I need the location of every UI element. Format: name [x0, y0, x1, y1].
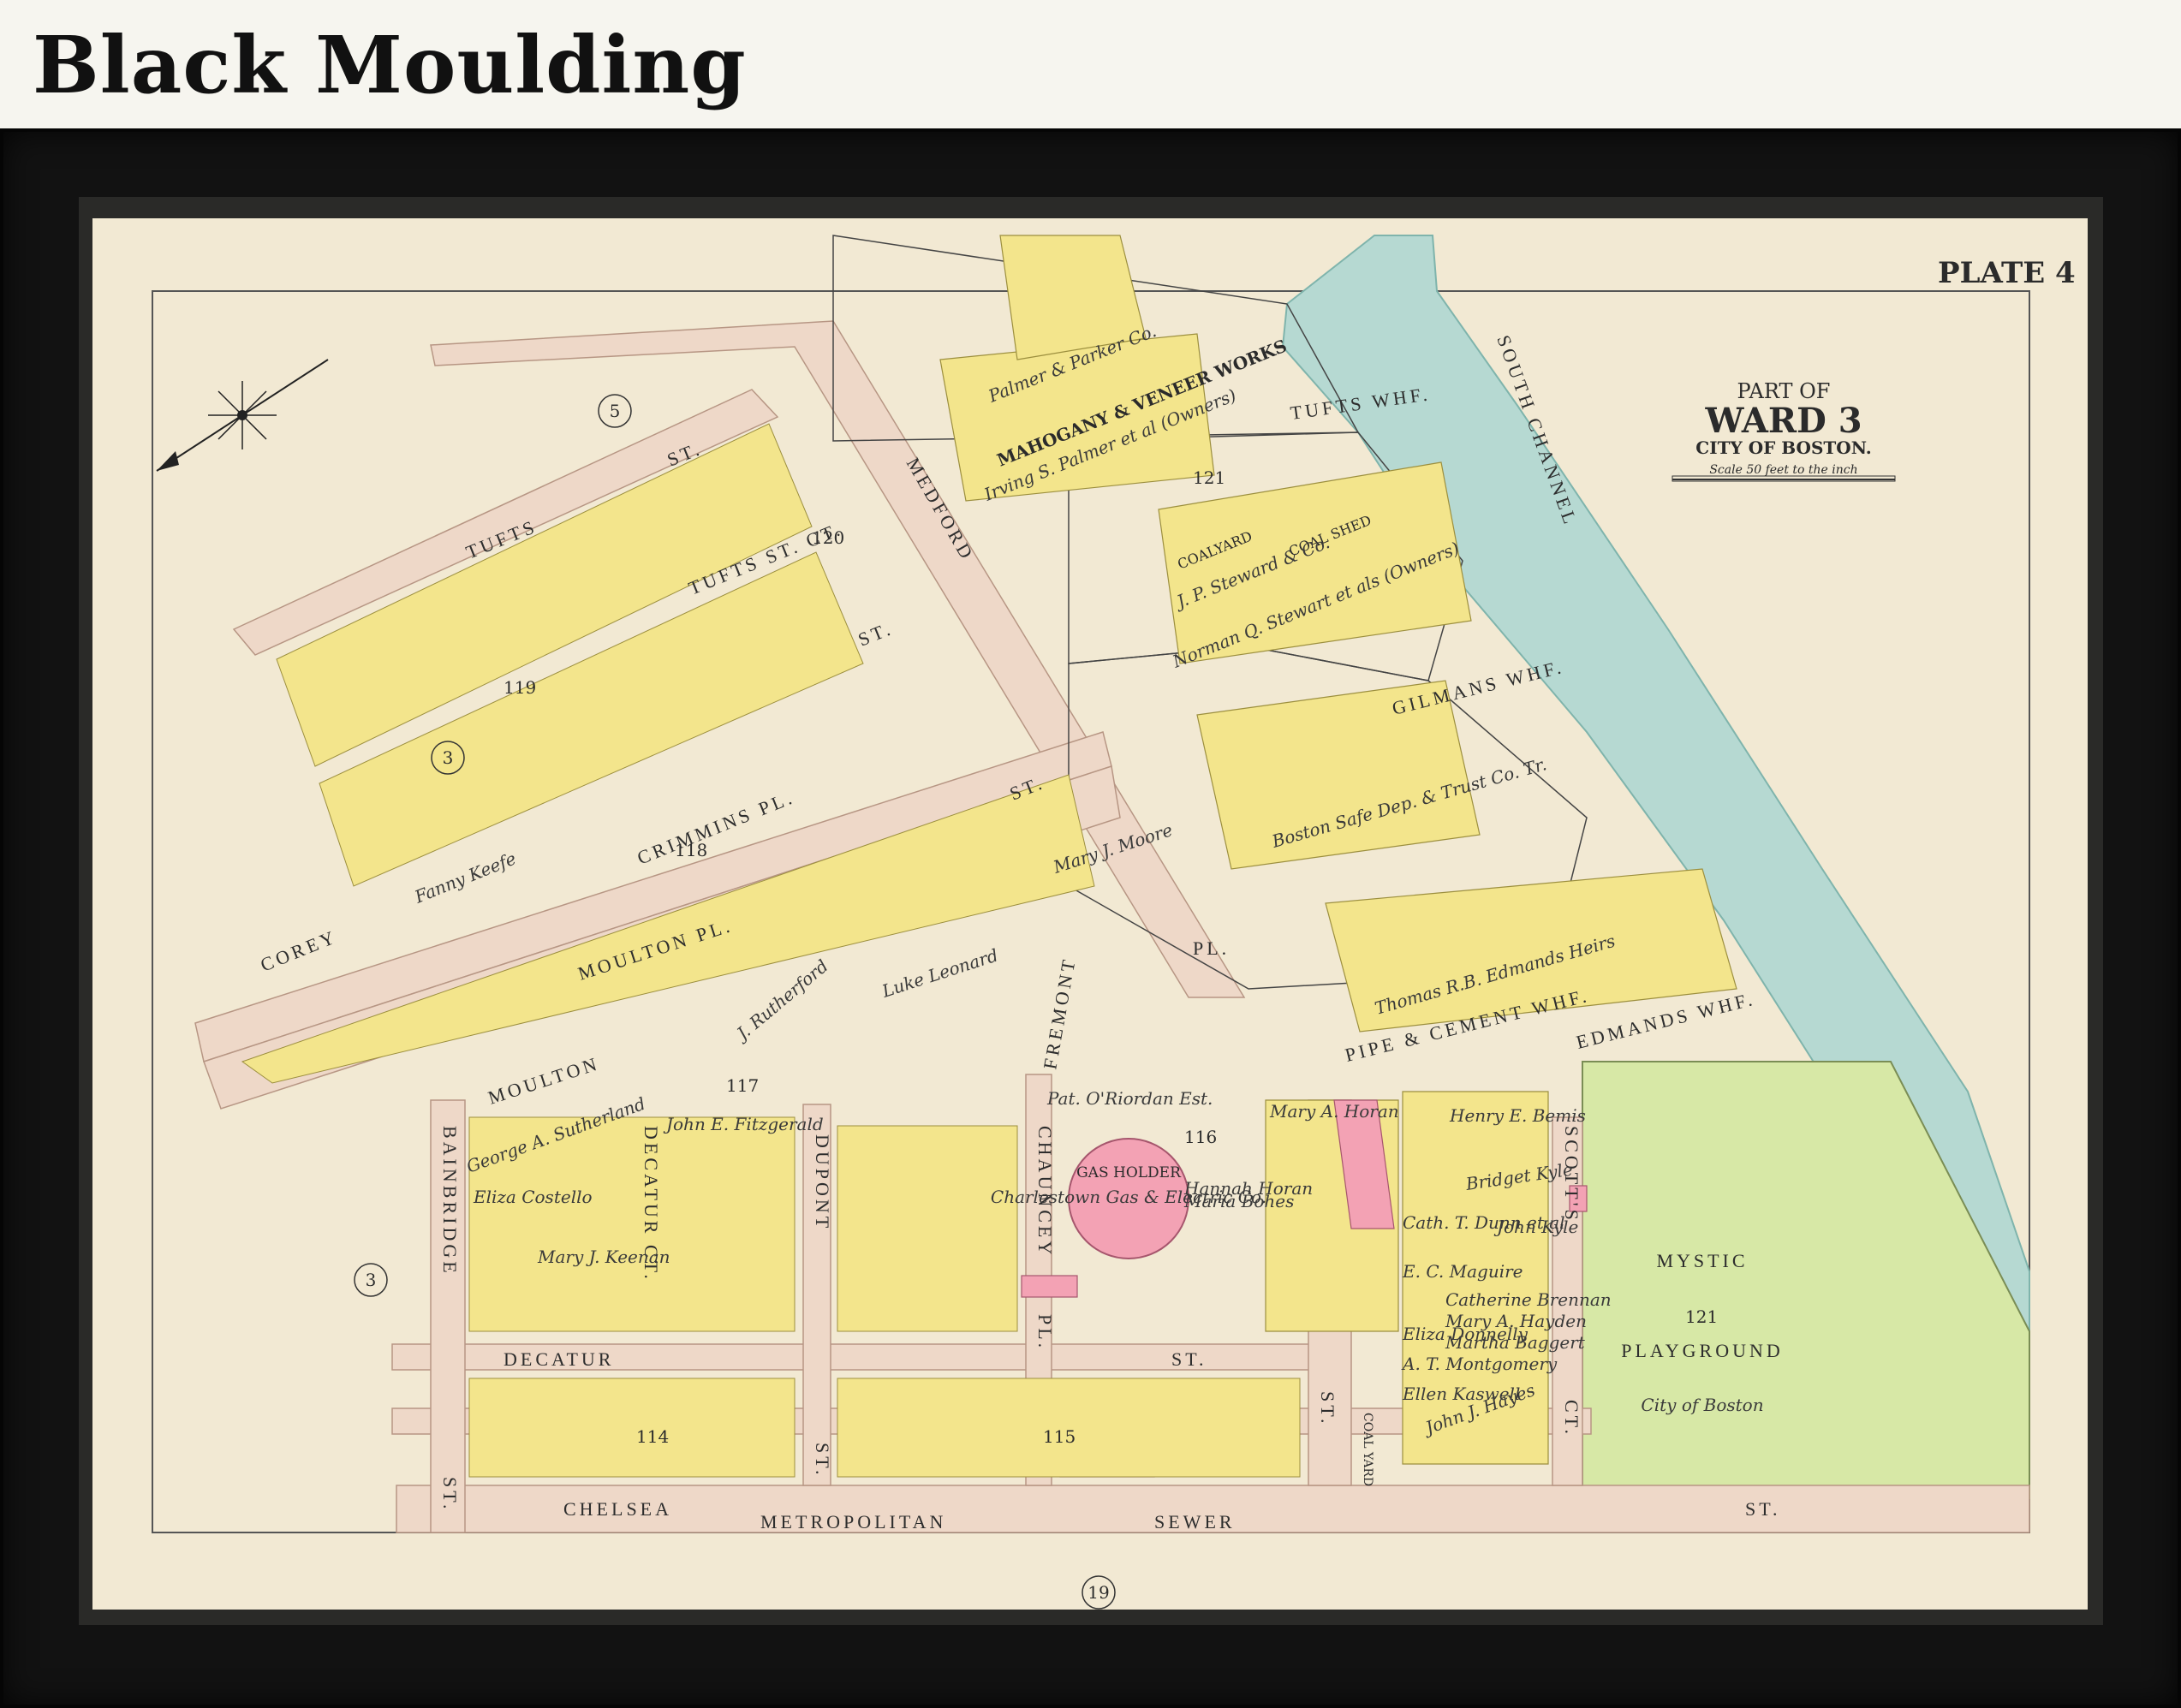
owner-john-fitzgerald: John E. Fitzgerald: [663, 1114, 824, 1134]
owner-ec-maguire: E. C. Maguire: [1402, 1261, 1523, 1282]
circled-number-19: 19: [1088, 1582, 1109, 1603]
page-title: Black Moulding: [33, 19, 747, 111]
metropolitan-label: METROPOLITAN: [760, 1511, 946, 1532]
gas-holder-label: GAS HOLDER: [1076, 1164, 1182, 1181]
boston-safe-lot: [1196, 680, 1481, 870]
page-header: Black Moulding: [0, 0, 2181, 128]
block-number-121-north: 121: [1193, 467, 1225, 488]
decatur-street-label: DECATUR: [504, 1348, 614, 1370]
chauncey-pl-label: PL.: [1034, 1314, 1056, 1351]
owner-eliza-costello: Eliza Costello: [473, 1187, 593, 1207]
medford-st-suffix-label: ST.: [855, 617, 897, 651]
city-of-boston-label: City of Boston: [1641, 1395, 1763, 1415]
plate-number: PLATE 4: [1938, 256, 2076, 290]
playground-label: PLAYGROUND: [1621, 1340, 1784, 1361]
chelsea-st-suffix-label: ST.: [1745, 1498, 1781, 1520]
block-number-114: 114: [636, 1426, 669, 1447]
owner-mary-keenan: Mary J. Keenan: [537, 1247, 670, 1267]
fremont-pl-label: FREMONT: [1039, 955, 1080, 1070]
block-number-119: 119: [504, 677, 536, 698]
owner-catherine-brennan: Catherine Brennan: [1445, 1289, 1612, 1310]
plat-map: PLATE 4 PART OF WARD 3 CITY OF BOSTON. S…: [152, 235, 2076, 1610]
decatur-st-suffix-label: ST.: [1171, 1348, 1207, 1370]
circled-number-3-south: 3: [366, 1270, 377, 1290]
scale-text: Scale 50 feet to the inch: [1709, 463, 1857, 477]
owner-cath-dunn: Cath. T. Dunn et al: [1403, 1212, 1565, 1233]
dupont-block-lots: [837, 1125, 1018, 1332]
block-114-lots: [468, 1378, 796, 1478]
block-number-121-playground: 121: [1685, 1306, 1718, 1327]
sewer-label: SEWER: [1154, 1511, 1236, 1532]
circled-number-5: 5: [610, 401, 621, 421]
circled-number-3-north: 3: [443, 747, 454, 768]
block-number-117: 117: [726, 1075, 759, 1096]
bainbridge-st-suffix-label: ST.: [439, 1477, 461, 1513]
owner-luke-leonard: Luke Leonard: [879, 944, 1000, 1002]
fremont-pl-suffix-label: PL.: [1193, 937, 1230, 959]
mystic-label: MYSTIC: [1656, 1250, 1748, 1271]
owner-mary-horan: Mary A. Horan: [1269, 1101, 1399, 1122]
block-number-116: 116: [1184, 1127, 1217, 1147]
owner-maria-bohes: Maria Bohes: [1183, 1191, 1294, 1211]
scotts-ct-suffix-label: CT.: [1561, 1400, 1582, 1437]
title-ward: WARD 3: [1704, 401, 1862, 441]
coal-yard-label: COAL YARD: [1361, 1413, 1374, 1486]
dupont-st-suffix-label: ST.: [812, 1443, 833, 1479]
corey-street-label: COREY: [258, 925, 341, 976]
owner-martha-baggert: Martha Baggert: [1445, 1332, 1586, 1353]
owner-henry-bemis: Henry E. Bemis: [1449, 1105, 1586, 1126]
pink-lot-chauncey: [1021, 1275, 1078, 1298]
owner-fanny-keefe: Fanny Keefe: [411, 848, 519, 908]
compass-rose: [156, 359, 329, 472]
block-number-115: 115: [1043, 1426, 1076, 1447]
dupont-street-label: DUPONT: [812, 1134, 833, 1231]
park-st-label: ST.: [1317, 1391, 1338, 1427]
block-number-120: 120: [812, 527, 844, 548]
owner-mary-hayden: Mary A. Hayden: [1445, 1311, 1587, 1331]
owner-pat-oriordan: Pat. O'Riordan Est.: [1046, 1088, 1213, 1109]
moulton-street-label: MOULTON: [486, 1052, 603, 1109]
title-city: CITY OF BOSTON.: [1695, 437, 1871, 458]
chelsea-street-label: CHELSEA: [563, 1498, 672, 1520]
block-number-118: 118: [675, 840, 707, 860]
bainbridge-street-label: BAINBRIDGE: [439, 1126, 461, 1277]
title-part-of: PART OF: [1737, 379, 1831, 403]
owner-at-montgomery: A. T. Montgomery: [1401, 1354, 1558, 1374]
